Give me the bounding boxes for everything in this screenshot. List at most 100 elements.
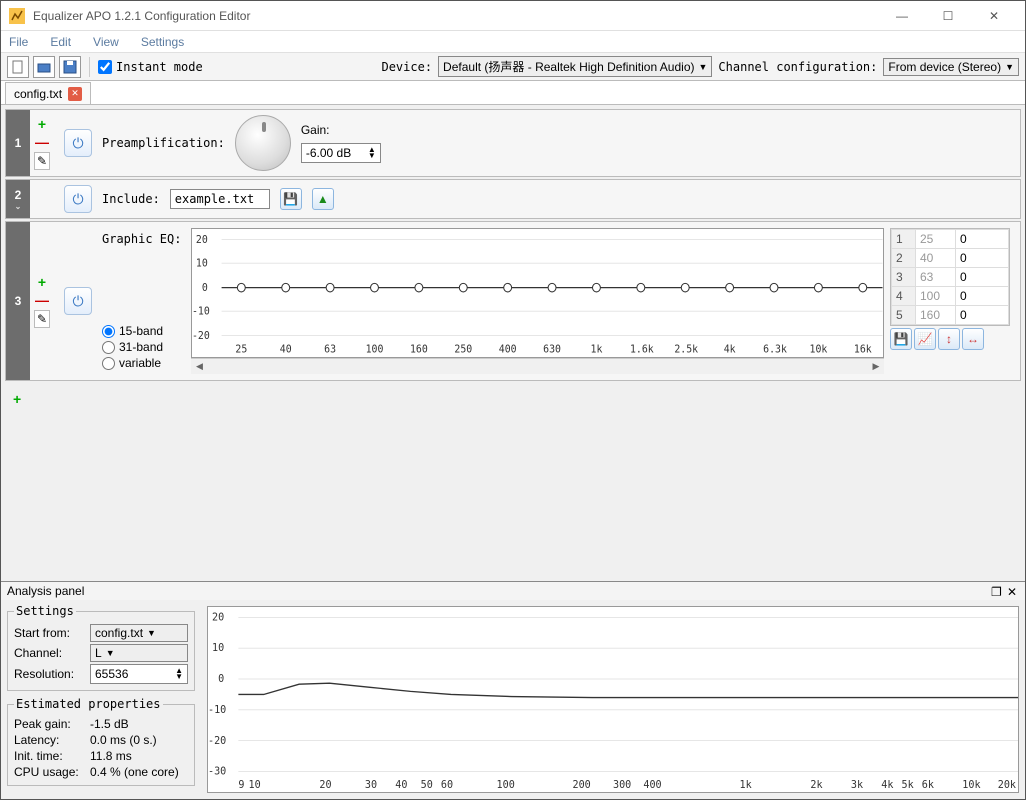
gain-spinbox[interactable]: -6.00 dB ▲▼ — [301, 143, 381, 163]
radio-variable[interactable]: variable — [102, 356, 173, 370]
eq-import-button[interactable]: 📈 — [914, 328, 936, 350]
analysis-graph[interactable]: 20 10 0 -10 -20 -30 910 2030 4050 60100 … — [207, 606, 1019, 793]
eq-reset-button[interactable]: ↔ — [962, 328, 984, 350]
gain-knob[interactable] — [235, 115, 291, 171]
radio-15band[interactable]: 15-band — [102, 324, 173, 338]
save-file-button[interactable] — [59, 56, 81, 78]
svg-text:-10: -10 — [208, 705, 226, 716]
svg-text:20k: 20k — [998, 780, 1016, 791]
channel-combo[interactable]: L▼ — [90, 644, 188, 662]
analysis-panel: Analysis panel ❐ ✕ Settings Start from: … — [1, 581, 1025, 799]
menu-settings[interactable]: Settings — [137, 33, 188, 51]
add-icon[interactable]: + — [38, 274, 46, 290]
svg-text:300: 300 — [613, 780, 631, 791]
radio-31band[interactable]: 31-band — [102, 340, 173, 354]
est-legend: Estimated properties — [14, 697, 163, 711]
titlebar: Equalizer APO 1.2.1 Configuration Editor… — [1, 1, 1025, 31]
menubar: File Edit View Settings — [1, 31, 1025, 53]
svg-text:1k: 1k — [740, 780, 752, 791]
edit-icon[interactable]: ✎ — [34, 152, 50, 170]
undock-icon[interactable]: ❐ — [991, 585, 1003, 597]
table-row: 3630 — [892, 268, 1009, 287]
tab-close-icon[interactable]: ✕ — [68, 87, 82, 101]
svg-text:10k: 10k — [962, 780, 980, 791]
expand-icon[interactable]: ⌄ — [15, 202, 22, 211]
block-buttons — [30, 180, 54, 218]
tab-label: config.txt — [14, 87, 62, 101]
chanconf-value: From device (Stereo) — [888, 60, 1001, 74]
spin-arrows-icon[interactable]: ▲▼ — [368, 147, 376, 159]
table-row: 2400 — [892, 249, 1009, 268]
power-button[interactable]: ⏻ — [64, 287, 92, 315]
svg-text:630: 630 — [544, 343, 562, 355]
svg-text:3k: 3k — [851, 780, 863, 791]
include-file-input[interactable] — [170, 189, 270, 209]
peak-value: -1.5 dB — [90, 717, 129, 731]
eq-invert-button[interactable]: ↕ — [938, 328, 960, 350]
block-graphic-eq: 3 + — ✎ ⏻ Graphic EQ: 15-band 31-band va… — [5, 221, 1021, 381]
peak-label: Peak gain: — [14, 717, 84, 731]
svg-text:20: 20 — [319, 780, 331, 791]
menu-view[interactable]: View — [89, 33, 123, 51]
resolution-spinbox[interactable]: 65536▲▼ — [90, 664, 188, 684]
svg-text:40: 40 — [280, 343, 292, 355]
block-include: 2 ⌄ ⏻ Include: 💾 ▲ — [5, 179, 1021, 219]
block-number[interactable]: 3 — [6, 222, 30, 380]
remove-icon[interactable]: — — [35, 292, 49, 308]
tab-config[interactable]: config.txt ✕ — [5, 82, 91, 104]
gain-label: Gain: — [301, 123, 381, 137]
separator — [89, 57, 90, 77]
svg-text:4k: 4k — [881, 780, 893, 791]
reset-icon: ↔ — [967, 332, 979, 346]
import-icon: 📈 — [918, 332, 933, 346]
browse-button[interactable]: 💾 — [280, 188, 302, 210]
power-button[interactable]: ⏻ — [64, 185, 92, 213]
new-file-button[interactable] — [7, 56, 29, 78]
maximize-button[interactable]: ☐ — [925, 1, 971, 31]
add-block-row: + — [5, 383, 1021, 415]
svg-text:60: 60 — [441, 780, 453, 791]
add-icon[interactable]: + — [38, 116, 46, 132]
chanconf-combo[interactable]: From device (Stereo) ▼ — [883, 58, 1019, 76]
add-block-icon[interactable]: + — [13, 391, 21, 407]
minimize-button[interactable]: — — [879, 1, 925, 31]
start-from-combo[interactable]: config.txt▼ — [90, 624, 188, 642]
analysis-header: Analysis panel ❐ ✕ — [1, 582, 1025, 600]
svg-text:10: 10 — [249, 780, 261, 791]
device-combo[interactable]: Default (扬声器 - Realtek High Definition A… — [438, 56, 712, 77]
eq-action-buttons: 💾 📈 ↕ ↔ — [890, 328, 1010, 350]
close-button[interactable]: ✕ — [971, 1, 1017, 31]
table-row: 51600 — [892, 306, 1009, 325]
remove-icon[interactable]: — — [35, 134, 49, 150]
svg-text:4k: 4k — [724, 343, 737, 355]
menu-edit[interactable]: Edit — [46, 33, 75, 51]
save-icon — [63, 60, 77, 74]
eq-graph[interactable]: 20 10 0 -10 -20 2540631001602504006301k1… — [191, 228, 884, 358]
svg-text:-30: -30 — [208, 767, 226, 778]
eq-value-table[interactable]: 1250 2400 3630 41000 51600 — [890, 228, 1010, 326]
instant-mode-input[interactable] — [98, 60, 112, 74]
band-mode-radios: 15-band 31-band variable — [102, 324, 181, 370]
gain-value: -6.00 dB — [306, 146, 351, 160]
svg-text:20: 20 — [212, 612, 224, 623]
block-number[interactable]: 2 ⌄ — [6, 180, 30, 218]
edit-icon[interactable]: ✎ — [34, 310, 50, 328]
block-buttons: + — ✎ — [30, 222, 54, 380]
eq-scrollbar[interactable]: ◀▶ — [191, 358, 884, 374]
chevron-down-icon: ▼ — [1005, 62, 1014, 72]
reload-button[interactable]: ▲ — [312, 188, 334, 210]
open-file-button[interactable] — [33, 56, 55, 78]
svg-text:6.3k: 6.3k — [764, 343, 789, 355]
close-panel-icon[interactable]: ✕ — [1007, 585, 1019, 597]
power-button[interactable]: ⏻ — [64, 129, 92, 157]
eq-save-button[interactable]: 💾 — [890, 328, 912, 350]
svg-text:400: 400 — [499, 343, 517, 355]
block-preamp: 1 + — ✎ ⏻ Preamplification: Gain: -6.00 … — [5, 109, 1021, 177]
device-label: Device: — [381, 60, 432, 74]
block-number[interactable]: 1 — [6, 110, 30, 176]
svg-text:10k: 10k — [810, 343, 829, 355]
instant-mode-checkbox[interactable]: Instant mode — [98, 60, 203, 74]
svg-text:200: 200 — [573, 780, 591, 791]
menu-file[interactable]: File — [5, 33, 32, 51]
resolution-label: Resolution: — [14, 667, 84, 681]
